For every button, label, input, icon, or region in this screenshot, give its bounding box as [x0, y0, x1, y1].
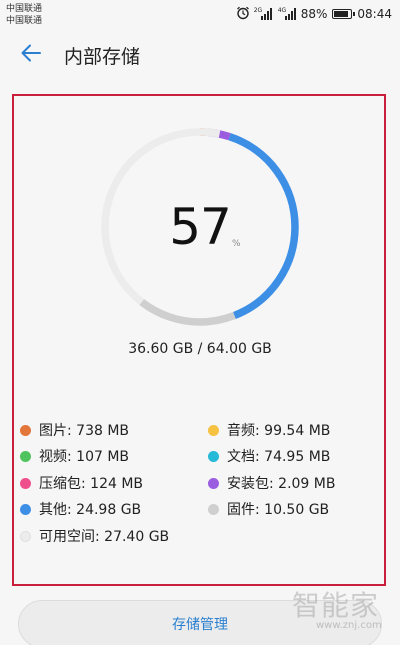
- battery-percent: 88%: [300, 7, 328, 21]
- usage-summary: 36.60 GB / 64.00 GB: [128, 341, 272, 357]
- percent-sign: %: [232, 239, 241, 249]
- legend-dot: [20, 477, 31, 489]
- app-header: 内部存储: [0, 30, 400, 78]
- legend-item-firmware: 固件: 10.50 GB: [208, 499, 329, 519]
- legend-label: 文档: 74.95 MB: [227, 449, 331, 465]
- legend-dot: [20, 424, 31, 436]
- watermark-name: 智能家: [292, 589, 380, 622]
- status-bar: 中国联通 中国联通 2G 4G 88% 08:44: [0, 0, 400, 30]
- legend-dot: [20, 450, 31, 462]
- legend-item-video: 视频: 107 MB: [20, 446, 129, 466]
- legend-label: 其他: 24.98 GB: [39, 502, 142, 518]
- legend-label: 视频: 107 MB: [39, 449, 130, 465]
- signal-2-label: 4G: [277, 7, 287, 14]
- legend-label: 可用空间: 27.40 GB: [39, 529, 170, 545]
- signal-1-icon: 2G: [254, 7, 272, 20]
- legend-item-archives: 压缩包: 124 MB: [20, 473, 143, 493]
- legend-label: 固件: 10.50 GB: [227, 502, 330, 518]
- legend-dot: [20, 503, 31, 515]
- legend-label: 音频: 99.54 MB: [227, 423, 331, 439]
- arrow-left-icon: [19, 41, 43, 69]
- carrier-1-label: 中国联通: [6, 4, 43, 14]
- legend-label: 安装包: 2.09 MB: [227, 476, 336, 492]
- legend-dot: [208, 503, 219, 515]
- page-title: 内部存储: [64, 46, 141, 68]
- signal-1-label: 2G: [253, 7, 263, 14]
- watermark-logo: 智能家 www.znj.com: [292, 584, 392, 640]
- legend-dot: [208, 424, 219, 436]
- legend-item-packages: 安装包: 2.09 MB: [208, 473, 335, 493]
- legend-item-audio: 音频: 99.54 MB: [208, 420, 330, 440]
- legend-dot: [20, 530, 31, 542]
- legend-label: 压缩包: 124 MB: [39, 476, 144, 492]
- legend-dot: [208, 477, 219, 489]
- legend-label: 图片: 738 MB: [39, 423, 130, 439]
- legend-item-documents: 文档: 74.95 MB: [208, 446, 330, 466]
- watermark-url: www.znj.com: [316, 620, 382, 631]
- clock: 08:44: [357, 7, 392, 21]
- legend-dot: [208, 450, 219, 462]
- legend-item-other: 其他: 24.98 GB: [20, 499, 141, 519]
- status-icons: 2G 4G 88% 08:44: [236, 6, 392, 22]
- signal-2-icon: 4G: [278, 7, 296, 20]
- back-button[interactable]: [14, 38, 48, 72]
- legend-item-free-space: 可用空间: 27.40 GB: [20, 526, 169, 546]
- legend-item-images: 图片: 738 MB: [20, 420, 129, 440]
- carrier-2-label: 中国联通: [6, 16, 43, 26]
- alarm-icon: [236, 6, 250, 23]
- battery-icon: [332, 9, 356, 19]
